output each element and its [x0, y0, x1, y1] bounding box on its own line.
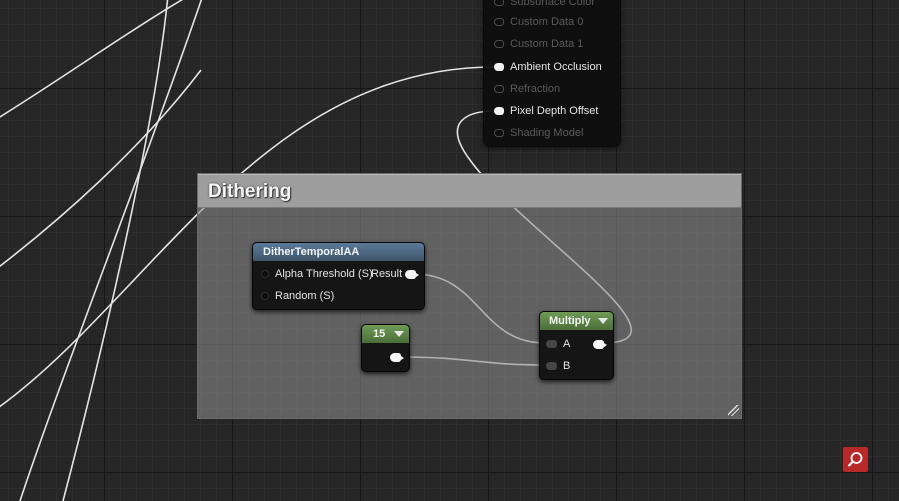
pin-alpha-threshold[interactable]: Alpha Threshold (S): [261, 268, 373, 280]
wire-offscreen-3: [62, 0, 169, 501]
pin-icon[interactable]: [494, 63, 504, 71]
pin-icon[interactable]: [546, 340, 557, 348]
pin-b[interactable]: B: [546, 360, 570, 372]
search-button[interactable]: [843, 447, 868, 472]
multiply-node[interactable]: Multiply A B: [539, 311, 614, 380]
pin-label: Alpha Threshold (S): [275, 268, 373, 280]
material-output-node[interactable]: Subsurface Color Custom Data 0 Custom Da…: [484, 0, 620, 146]
pin-icon[interactable]: [494, 107, 504, 115]
pin-icon[interactable]: [261, 270, 269, 278]
pin-custom-data-0[interactable]: Custom Data 0: [494, 13, 583, 31]
pin-shading-model[interactable]: Shading Model: [494, 124, 583, 142]
constant-value[interactable]: 15: [373, 328, 385, 340]
pin-refraction[interactable]: Refraction: [494, 80, 560, 98]
wire-offscreen-4: [0, 69, 202, 268]
pin-random[interactable]: Random (S): [261, 290, 334, 302]
pin-result-label: Result: [371, 268, 402, 280]
search-icon: [847, 452, 863, 467]
pin-label: Result: [371, 268, 403, 280]
pin-multiply-output[interactable]: [593, 340, 607, 349]
chevron-down-icon[interactable]: [598, 318, 608, 324]
pin-icon[interactable]: [494, 129, 504, 137]
pin-label: Custom Data 0: [510, 16, 584, 28]
pin-label: Custom Data 1: [510, 38, 584, 50]
pin-subsurface-color[interactable]: Subsurface Color: [494, 0, 595, 11]
constant-node[interactable]: 15: [361, 324, 410, 372]
pin-result-output[interactable]: [405, 270, 419, 279]
node-title[interactable]: DitherTemporalAA: [253, 243, 424, 261]
wire-offscreen-2: [19, 0, 203, 501]
pin-label: A: [563, 338, 571, 350]
pin-icon[interactable]: [494, 18, 504, 26]
pin-label: B: [563, 360, 571, 372]
dither-temporal-aa-node[interactable]: DitherTemporalAA Alpha Threshold (S) Res…: [252, 242, 425, 310]
pin-ambient-occlusion[interactable]: Ambient Occlusion: [494, 58, 602, 76]
resize-grip-icon[interactable]: [728, 405, 739, 416]
pin-label: Pixel Depth Offset: [510, 105, 599, 117]
pin-label: Shading Model: [510, 127, 584, 139]
pin-a[interactable]: A: [546, 338, 570, 350]
pin-icon[interactable]: [546, 362, 557, 370]
pin-icon[interactable]: [494, 85, 504, 93]
pin-custom-data-1[interactable]: Custom Data 1: [494, 35, 583, 53]
wire-offscreen-1: [0, 0, 184, 118]
pin-label: Random (S): [275, 290, 335, 302]
chevron-down-icon[interactable]: [394, 331, 404, 337]
pin-icon[interactable]: [261, 292, 269, 300]
pin-label: Subsurface Color: [510, 0, 595, 8]
comment-title[interactable]: Dithering: [208, 181, 291, 203]
pin-label: Ambient Occlusion: [510, 61, 602, 73]
pin-label: Refraction: [510, 83, 561, 95]
pin-icon[interactable]: [494, 0, 504, 6]
pin-icon[interactable]: [494, 40, 504, 48]
pin-pixel-depth-offset[interactable]: Pixel Depth Offset: [494, 102, 598, 120]
pin-constant-output[interactable]: [390, 353, 404, 362]
